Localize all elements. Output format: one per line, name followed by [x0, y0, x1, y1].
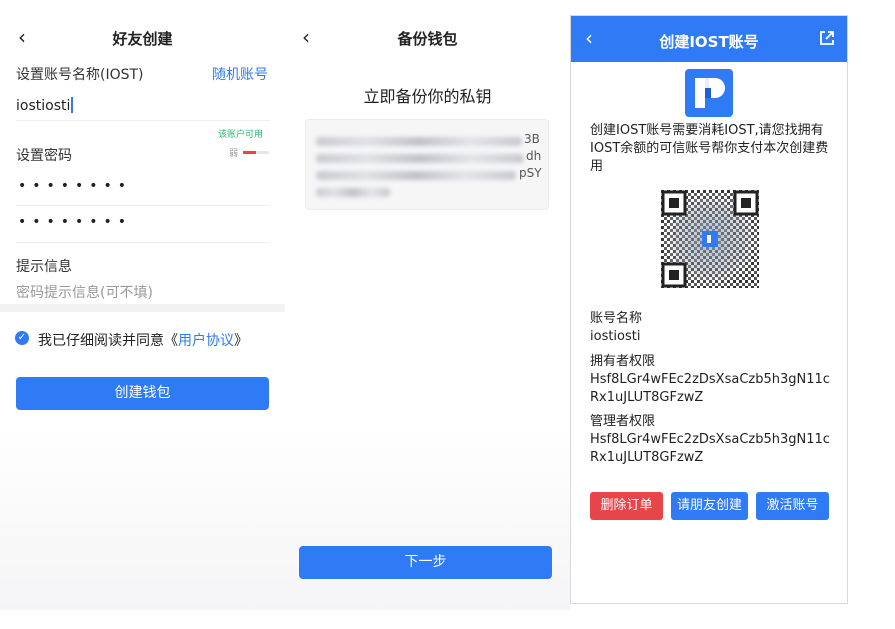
- divider: [16, 205, 270, 206]
- text-cursor: [71, 97, 74, 113]
- account-available-tip: 该账户可用: [218, 130, 264, 140]
- divider: [16, 242, 270, 243]
- description-text: 创建IOST账号需要消耗IOST,请您找拥有IOST余额的可信账号帮你支付本次创…: [590, 123, 829, 174]
- backup-wallet-screen: ‹ 备份钱包 立即备份你的私钥 3B dh pSY 下一步: [285, 0, 570, 629]
- account-name-label: 账号名称: [590, 311, 643, 326]
- hint-label: 提示信息: [16, 259, 72, 275]
- page-title: 创建IOST账号: [659, 33, 759, 51]
- agreement-suffix: 》: [234, 333, 248, 349]
- create-iost-account-screen: ‹ 创建IOST账号 创建IOST账号需要消耗IOST,请您找拥有IOST余额的…: [570, 15, 848, 604]
- background-fade: [285, 420, 570, 610]
- password-input[interactable]: ••••••••: [18, 178, 132, 194]
- account-name-value: iostiosti: [590, 329, 641, 344]
- page-title: 好友创建: [112, 30, 173, 48]
- confirm-password-input[interactable]: ••••••••: [18, 214, 132, 230]
- section-separator: [0, 304, 285, 312]
- key-fragment: 3B: [524, 132, 540, 146]
- hint-input[interactable]: 密码提示信息(可不填): [16, 282, 153, 302]
- activate-account-button[interactable]: 激活账号: [756, 492, 829, 520]
- friend-create-screen: ‹ 好友创建 设置账号名称(IOST) 随机账号 iostiosti 该账户可用…: [0, 0, 285, 629]
- agreement-text: 我已仔细阅读并同意《用户协议》: [38, 330, 248, 350]
- account-name-value: iostiosti: [16, 98, 71, 114]
- user-agreement-link[interactable]: 用户协议: [178, 333, 234, 349]
- blurred-key-line: [316, 171, 516, 180]
- key-fragment: dh: [526, 149, 542, 163]
- account-name-label: 设置账号名称(IOST): [16, 67, 144, 83]
- account-name-input[interactable]: iostiosti: [16, 97, 74, 114]
- blurred-key-line: [316, 188, 390, 197]
- tokenpocket-logo-icon: [685, 69, 733, 117]
- create-wallet-button[interactable]: 创建钱包: [16, 377, 269, 410]
- private-key-box: 3B dh pSY: [305, 119, 549, 210]
- delete-order-button[interactable]: 删除订单: [590, 492, 663, 520]
- divider: [16, 120, 270, 121]
- password-strength-text: 弱: [229, 149, 239, 159]
- password-strength-bar: [243, 151, 256, 154]
- background-fade: [0, 420, 285, 610]
- backup-heading: 立即备份你的私钥: [363, 87, 492, 106]
- owner-permission-label: 拥有者权限: [590, 354, 656, 369]
- agreement-prefix: 我已仔细阅读并同意《: [38, 333, 178, 349]
- password-strength-track: [256, 151, 269, 154]
- header-bar: ‹ 创建IOST账号: [571, 16, 847, 62]
- key-fragment: pSY: [519, 166, 542, 180]
- blurred-key-line: [316, 154, 524, 163]
- agree-checkbox-icon[interactable]: ✓: [15, 331, 29, 345]
- page-title: 备份钱包: [397, 30, 458, 48]
- random-account-link[interactable]: 随机账号: [212, 64, 268, 84]
- manager-permission-value: Hsf8LGr4wFEc2zDsXsaCzb5h3gN11cRx1uJLUT8G…: [590, 432, 830, 465]
- next-step-button[interactable]: 下一步: [299, 546, 552, 579]
- ask-friend-button[interactable]: 请朋友创建: [671, 492, 748, 520]
- password-label: 设置密码: [16, 148, 72, 164]
- external-link-icon[interactable]: [819, 30, 835, 46]
- blurred-key-line: [316, 137, 522, 146]
- owner-permission-value: Hsf8LGr4wFEc2zDsXsaCzb5h3gN11cRx1uJLUT8G…: [590, 372, 830, 405]
- manager-permission-label: 管理者权限: [590, 414, 656, 429]
- qr-code-icon: [661, 190, 759, 288]
